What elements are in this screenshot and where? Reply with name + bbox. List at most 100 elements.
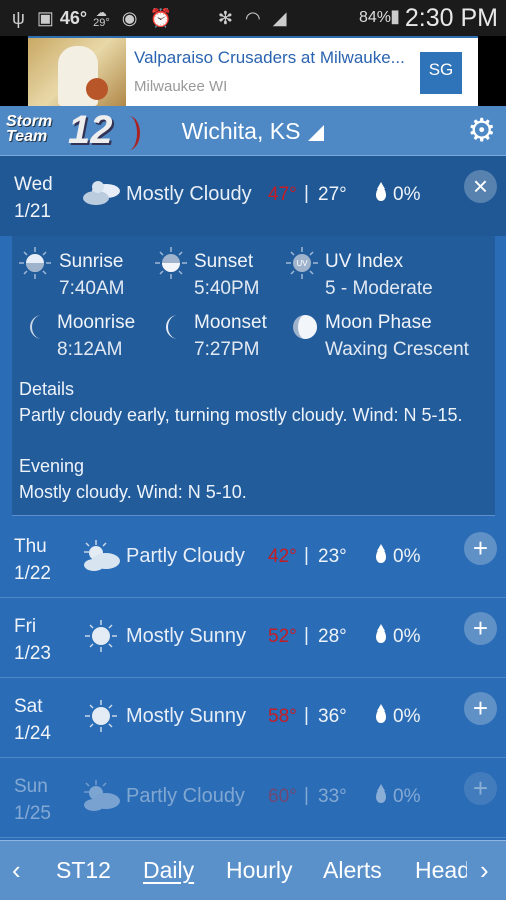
temp-separator: | [304,183,309,204]
day-label: Thu 1/22 [14,536,51,584]
partly-cloudy-icon [84,780,120,811]
moonrise: Moonrise 8:12AM [57,312,136,360]
status-bar: ψ ▣ 46° ☁ 29° ◉ ⏰ ✻ ◠ ◢ 84% ▮ 2:30 PM [0,0,506,36]
ad-content[interactable]: Valparaiso Crusaders at Milwauke... Milw… [28,36,478,106]
weather-icon: ☁ 29° [93,7,110,29]
condition: Mostly Cloudy [126,183,252,205]
precip-chance: 0% [393,546,421,567]
tab-alerts[interactable]: Alerts [323,857,382,884]
precip-drop-icon [376,544,386,563]
condition: Mostly Sunny [126,705,247,727]
location-label[interactable]: Wichita, KS [182,118,301,144]
high-temp: 60° [268,786,297,807]
ad-banner[interactable]: Valparaiso Crusaders at Milwauke... Milw… [0,36,506,106]
status-temp: 46° [59,7,88,28]
precip-chance: 0% [393,184,421,205]
bottom-tab-bar: ‹ ST12 Daily Hourly Alerts Head › [0,840,506,900]
sunset: Sunset 5:40PM [194,251,260,299]
alarm-icon: ⏰ [149,7,172,28]
precip-drop-icon [376,182,386,201]
ad-logo: SG [420,52,462,94]
moonrise-icon [30,315,42,339]
low-temp: 27° [318,184,347,205]
expand-plus-button[interactable]: + [464,612,497,645]
day-details-panel: Sunrise 7:40AM Sunset 5:40PM UV UV Index 5 … [12,236,495,516]
temp-separator: | [304,625,309,646]
nav-left-chevron-icon[interactable]: ‹ [12,855,21,886]
expand-plus-button[interactable]: + [464,692,497,725]
precip-drop-icon [376,624,386,643]
battery-percent: 84% [358,9,391,26]
location-selector[interactable]: Wichita, KS [0,118,506,145]
settings-gear-icon[interactable]: ⚙ [467,112,496,148]
day-label: Sat 1/24 [14,696,51,744]
media-icon: ◉ [121,7,138,28]
gallery-icon: ▣ [36,7,54,28]
day-row[interactable]: Sat 1/24 Mostly Sunny 58° | 36° 0% + [0,678,506,758]
sunset-icon [155,247,187,279]
low-temp: 23° [318,546,347,567]
sunny-icon [85,620,117,652]
collapse-close-button[interactable]: × [464,170,497,203]
condition: Mostly Sunny [126,625,247,647]
svg-text:UV: UV [296,259,308,268]
high-temp: 52° [268,626,297,647]
precip-chance: 0% [393,626,421,647]
precip-chance: 0% [393,706,421,727]
moonset-icon [166,315,178,339]
battery-icon: ▮ [390,6,400,26]
temp-separator: | [304,545,309,566]
day-row-expanded[interactable]: Wed 1/21 Mostly Cloudy 47° | 27° 0% × [0,156,506,236]
tab-headlines[interactable]: Head [415,857,467,884]
app-header: Storm Team 12 Wichita, KS ⚙ [0,106,506,156]
partly-cloudy-icon [84,540,120,571]
bluetooth-icon: ✻ [217,7,233,28]
day-label: Sun 1/25 [14,776,51,824]
ad-title[interactable]: Valparaiso Crusaders at Milwauke... [134,48,405,68]
evening-text: Mostly cloudy. Wind: N 5-10. [19,482,247,502]
uv-index: UV Index 5 - Moderate [325,251,433,299]
temp-separator: | [304,705,309,726]
high-temp: 47° [268,184,297,205]
day-label: Wed 1/21 [14,174,53,222]
sunrise: Sunrise 7:40AM [59,251,125,299]
day-label: Fri 1/23 [14,616,51,664]
tab-st12[interactable]: ST12 [56,857,111,884]
sunrise-icon [19,247,51,279]
evening-heading: Evening [19,456,85,476]
temp-separator: | [304,785,309,806]
details-heading: Details [19,379,75,399]
tab-daily[interactable]: Daily [143,857,194,884]
uv-index-icon: UV [286,247,318,279]
condition: Partly Cloudy [126,785,245,807]
low-temp: 28° [318,626,347,647]
day-row[interactable]: Thu 1/22 Partly Cloudy 42° | 23° 0% + [0,518,506,598]
high-temp: 58° [268,706,297,727]
status-weather-temp: 29° [93,17,110,29]
mostly-cloudy-icon [83,181,120,205]
low-temp: 33° [318,786,347,807]
moon-phase: Moon Phase Waxing Crescent [325,312,469,360]
dropdown-triangle-icon [308,125,325,141]
day-row[interactable]: Sun 1/25 Partly Cloudy 60° | 33° 0% + [0,758,506,838]
ad-image [28,38,126,106]
day-row[interactable]: Fri 1/23 Mostly Sunny 52° | 28° 0% + [0,598,506,678]
moonset: Moonset 7:27PM [194,312,267,360]
low-temp: 36° [318,706,347,727]
wifi-icon: ◠ [244,7,261,28]
precip-drop-icon [376,784,386,803]
expand-plus-button[interactable]: + [464,772,497,805]
precip-chance: 0% [393,786,421,807]
signal-icon: ◢ [272,7,287,28]
sunny-icon [85,700,117,732]
precip-drop-icon [376,704,386,723]
tab-hourly[interactable]: Hourly [226,857,292,884]
details-text: Partly cloudy early, turning mostly clou… [19,405,463,425]
moon-phase-icon [293,315,317,339]
expand-plus-button[interactable]: + [464,532,497,565]
nav-right-chevron-icon[interactable]: › [476,855,489,886]
clock: 2:30 PM [404,4,498,32]
usb-icon: ψ [12,7,25,28]
condition: Partly Cloudy [126,545,245,567]
ad-subtitle: Milwaukee WI [134,78,228,95]
